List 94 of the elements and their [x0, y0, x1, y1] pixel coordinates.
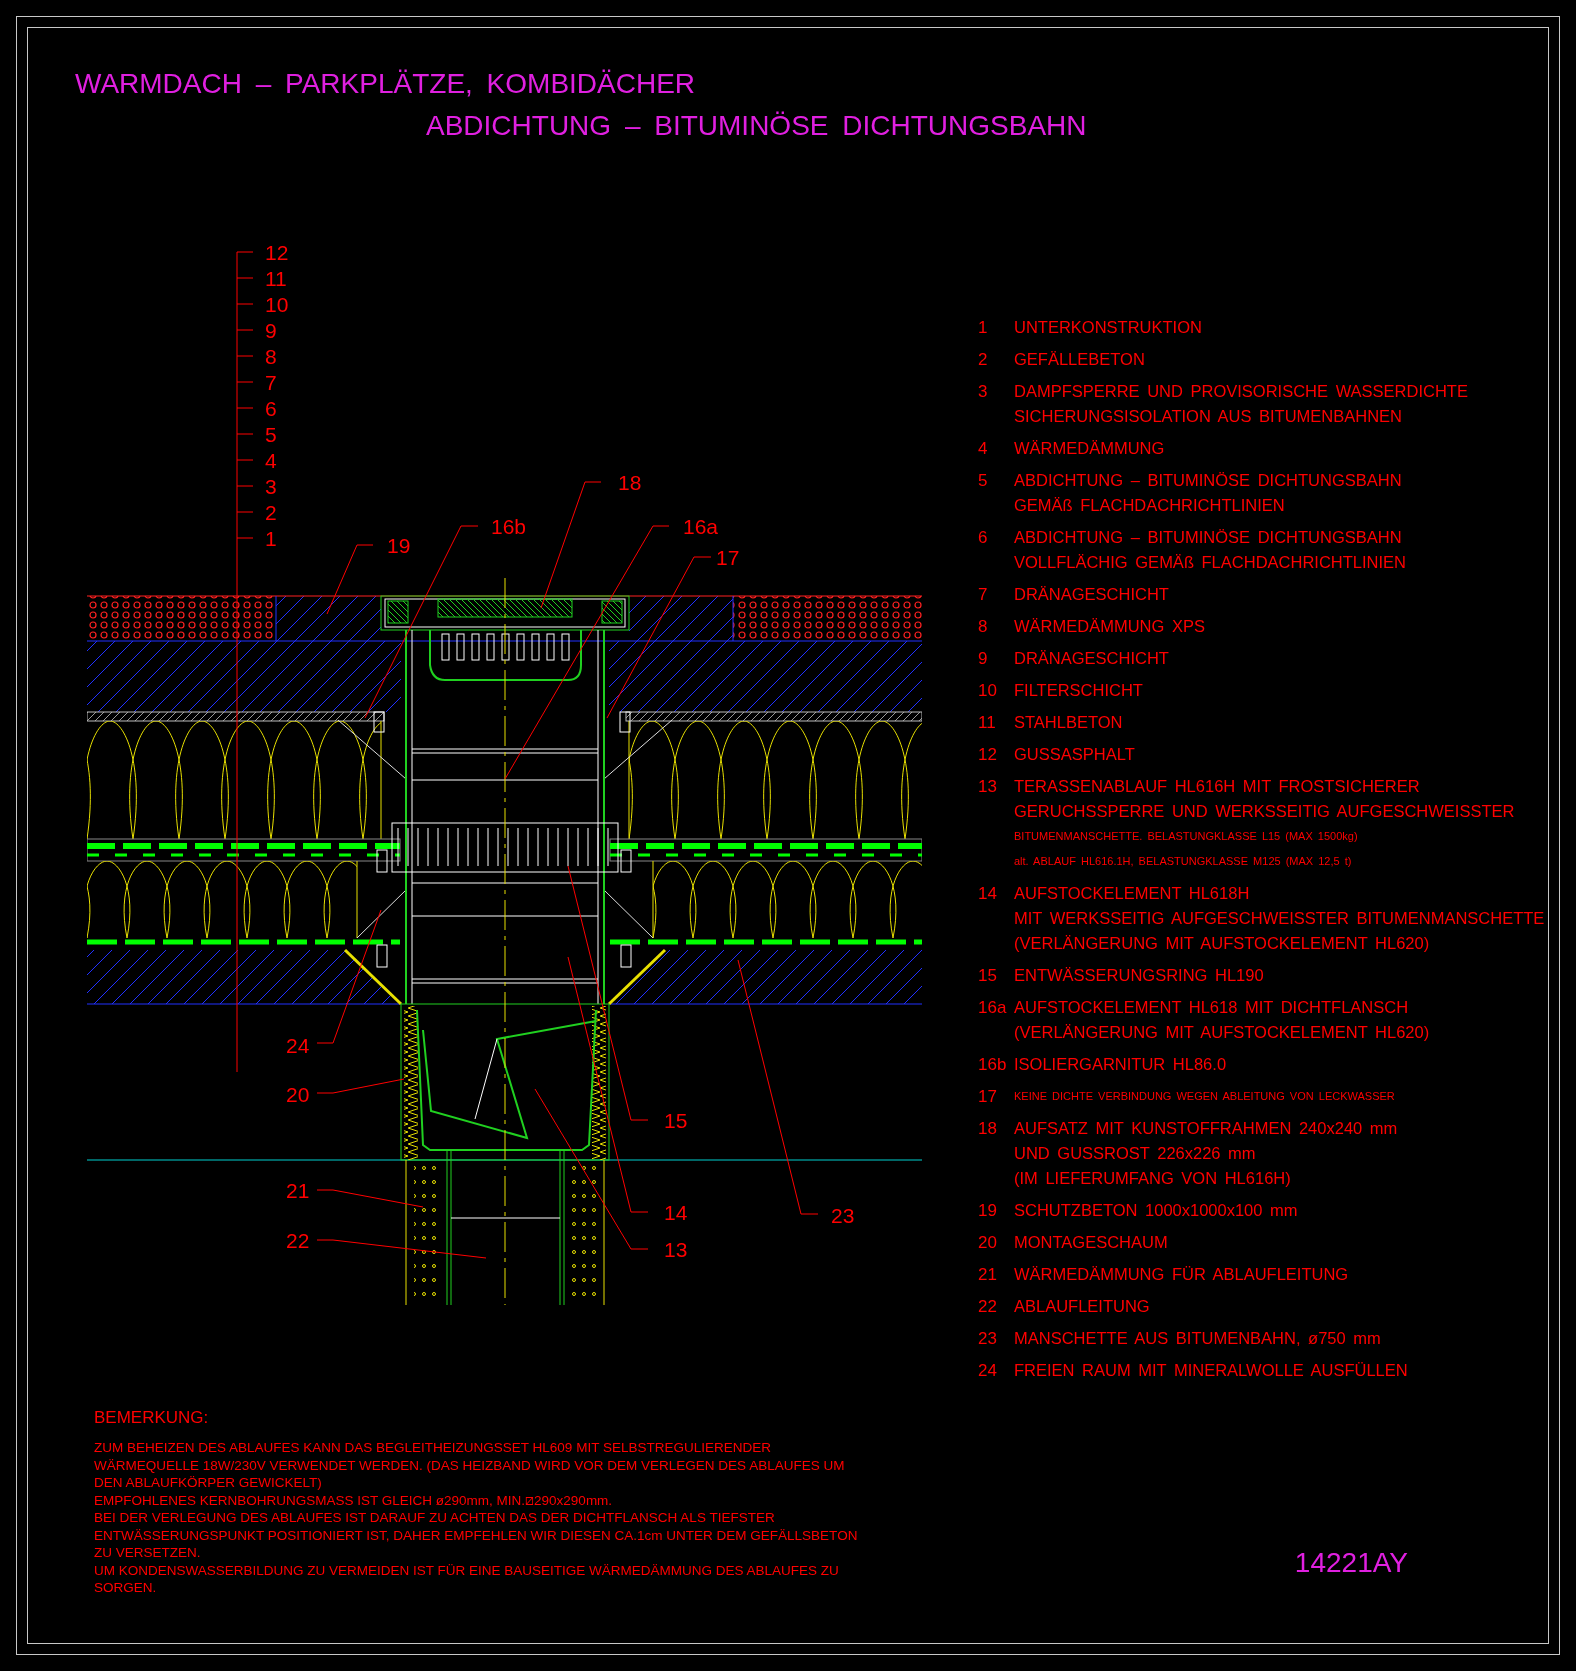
legend-text: DRÄNAGESCHICHT — [1014, 648, 1169, 669]
scale-label: 8 — [265, 344, 277, 368]
legend-text: WÄRMEDÄMMUNG XPS — [1014, 616, 1205, 637]
scale-label: 2 — [265, 500, 277, 524]
legend-number: 24 — [978, 1360, 998, 1382]
callout-label: 24 — [286, 1033, 310, 1057]
legend-number: 20 — [978, 1232, 998, 1254]
legend-text: VOLLFLÄCHIG GEMÄß FLACHDACHRICHTLINIEN — [1014, 552, 1406, 573]
legend-number: 5 — [978, 470, 989, 492]
legend-text: DRÄNAGESCHICHT — [1014, 584, 1169, 605]
scale-label: 1 — [265, 526, 277, 550]
legend-text: AUFSATZ MIT KUNSTOFFRAHMEN 240x240 mm — [1014, 1118, 1398, 1139]
remarks-heading: BEMERKUNG: — [94, 1407, 209, 1429]
legend-text: (VERLÄNGERUNG MIT AUFSTOCKELEMENT HL620) — [1014, 1022, 1430, 1043]
remark-paragraph: BEI DER VERLEGUNG DES ABLAUFES IST DARAUF ZU ACHTEN DAS DER DICHTFLANSCH ALS TIEFSTER ENTWÄSSERUNGSPUNKT POSITIONIERT IST, DAHER EMPFEHLEN WIR DIESEN CA.1cm UNTER DEM GEFÄLLSBETON ZU VERSETZEN. — [94, 1509, 858, 1562]
legend-text: MIT WERKSSEITIG AUFGESCHWEISSTER BITUMENMANSCHETTE — [1014, 908, 1545, 929]
legend-text: UNTERKONSTRUKTION — [1014, 317, 1202, 338]
callout-label: 19 — [387, 533, 411, 557]
scale-label: 5 — [265, 422, 277, 446]
callout-label: 21 — [286, 1178, 310, 1202]
callout-label: 23 — [831, 1203, 855, 1227]
legend-text: ABDICHTUNG – BITUMINÖSE DICHTUNGSBAHN — [1014, 470, 1402, 491]
legend-number: 9 — [978, 648, 989, 670]
legend-text: (VERLÄNGERUNG MIT AUFSTOCKELEMENT HL620) — [1014, 933, 1430, 954]
legend-number: 16a — [978, 997, 1008, 1019]
legend-number: 17 — [978, 1086, 998, 1108]
legend-text: ABDICHTUNG – BITUMINÖSE DICHTUNGSBAHN — [1014, 527, 1402, 548]
legend-number: 21 — [978, 1264, 998, 1286]
scale-label: 6 — [265, 396, 277, 420]
scale-label: 7 — [265, 370, 277, 394]
legend-text: FILTERSCHICHT — [1014, 680, 1143, 701]
drawing-number: 14221AY — [1294, 1546, 1408, 1579]
callout-label: 13 — [664, 1237, 688, 1261]
legend-number: 1 — [978, 317, 989, 339]
legend-number: 6 — [978, 527, 989, 549]
legend-number: 2 — [978, 349, 989, 371]
legend-number: 8 — [978, 616, 989, 638]
legend-text: AUFSTOCKELEMENT HL618H — [1014, 883, 1250, 904]
scale-label: 9 — [265, 318, 277, 342]
legend-text: AUFSTOCKELEMENT HL618 MIT DICHTFLANSCH — [1014, 997, 1409, 1018]
legend-text: WÄRMEDÄMMUNG — [1014, 438, 1165, 459]
drawing-title: WARMDACH – PARKPLÄTZE, KOMBIDÄCHER — [75, 67, 696, 101]
legend-number: 4 — [978, 438, 989, 460]
legend-number: 18 — [978, 1118, 998, 1140]
legend-number: 11 — [978, 712, 997, 734]
callout-label: 17 — [716, 545, 740, 569]
scale-label: 10 — [265, 292, 289, 316]
legend-text: FREIEN RAUM MIT MINERALWOLLE AUSFÜLLEN — [1014, 1360, 1408, 1381]
legend-text: ISOLIERGARNITUR HL86.0 — [1014, 1054, 1227, 1075]
legend-number: 12 — [978, 744, 998, 766]
remark-paragraph: ZUM BEHEIZEN DES ABLAUFES KANN DAS BEGLEITHEIZUNGSSET HL609 MIT SELBSTREGULIERENDER WÄRMEQUELLE 18W/230V VERWENDET WERDEN. (DAS HEIZBAND WIRD VOR DEM VERLEGEN DES ABLAUFES UM DEN ABLAUFKÖRPER GEWICKELT) — [94, 1439, 845, 1492]
scale-label: 3 — [265, 474, 277, 498]
callout-label: 16a — [683, 514, 719, 538]
legend-text: ABLAUFLEITUNG — [1014, 1296, 1150, 1317]
callout-label: 14 — [664, 1200, 688, 1224]
legend-text: (IM LIEFERUMFANG VON HL616H) — [1014, 1168, 1291, 1189]
legend-text: GERUCHSSPERRE UND WERKSSEITIG AUFGESCHWEISSTER — [1014, 801, 1515, 822]
legend-number: 14 — [978, 883, 998, 905]
legend-text: TERASSENABLAUF HL616H MIT FROSTSICHERER — [1014, 776, 1420, 797]
legend-text: DAMPFSPERRE UND PROVISORISCHE WASSERDICHTE — [1014, 381, 1468, 402]
callout-label: 15 — [664, 1108, 688, 1132]
legend-number: 15 — [978, 965, 998, 987]
scale-label: 11 — [265, 266, 287, 290]
legend-number: 19 — [978, 1200, 998, 1222]
legend-text: WÄRMEDÄMMUNG FÜR ABLAUFLEITUNG — [1014, 1264, 1349, 1285]
legend-text: ENTWÄSSERUNGSRING HL190 — [1014, 965, 1264, 986]
legend-text: SCHUTZBETON 1000x1000x100 mm — [1014, 1200, 1298, 1221]
legend-text: MANSCHETTE AUS BITUMENBAHN, ø750 mm — [1014, 1328, 1381, 1349]
callout-label: 16b — [491, 514, 527, 538]
callout-label: 22 — [286, 1228, 310, 1252]
legend-text: MONTAGESCHAUM — [1014, 1232, 1168, 1253]
callout-label: 18 — [618, 470, 642, 494]
callout-label: 20 — [286, 1082, 310, 1106]
legend-number: 7 — [978, 584, 989, 606]
legend-number: 16b — [978, 1054, 1008, 1076]
legend-number: 23 — [978, 1328, 998, 1350]
legend-text: GEMÄß FLACHDACHRICHTLINIEN — [1014, 495, 1285, 516]
drawing-subtitle: ABDICHTUNG – BITUMINÖSE DICHTUNGSBAHN — [425, 109, 1087, 143]
legend-text: GUSSASPHALT — [1014, 744, 1135, 765]
remark-paragraph: EMPFOHLENES KERNBOHRUNGSMASS IST GLEICH ø290mm, MIN.⧄290x290mm. — [94, 1491, 613, 1509]
legend-text: KEINE DICHTE VERBINDUNG WEGEN ABLEITUNG VON LECKWASSER — [1014, 1089, 1395, 1104]
legend-number: 13 — [978, 776, 998, 798]
legend-text: alt. ABLAUF HL616.1H, BELASTUNGKLASSE M125 (MAX 12,5 t) — [1014, 854, 1352, 869]
legend-text: BITUMENMANSCHETTE. BELASTUNGKLASSE L15 (MAX 1500kg) — [1014, 829, 1358, 844]
legend-text: GEFÄLLEBETON — [1014, 349, 1145, 370]
legend-number: 22 — [978, 1296, 998, 1318]
legend-text: STAHLBETON — [1014, 712, 1123, 733]
remark-paragraph: UM KONDENSWASSERBILDUNG ZU VERMEIDEN IST FÜR EINE BAUSEITIGE WÄRMEDÄMMUNG DES ABLAUFES ZU SORGEN. — [94, 1561, 839, 1597]
legend-text: SICHERUNGSISOLATION AUS BITUMENBAHNEN — [1014, 406, 1402, 427]
legend-number: 3 — [978, 381, 989, 403]
scale-label: 4 — [265, 448, 277, 472]
legend-text: UND GUSSROST 226x226 mm — [1014, 1143, 1256, 1164]
legend-number: 10 — [978, 680, 998, 702]
scale-label: 12 — [265, 240, 289, 264]
